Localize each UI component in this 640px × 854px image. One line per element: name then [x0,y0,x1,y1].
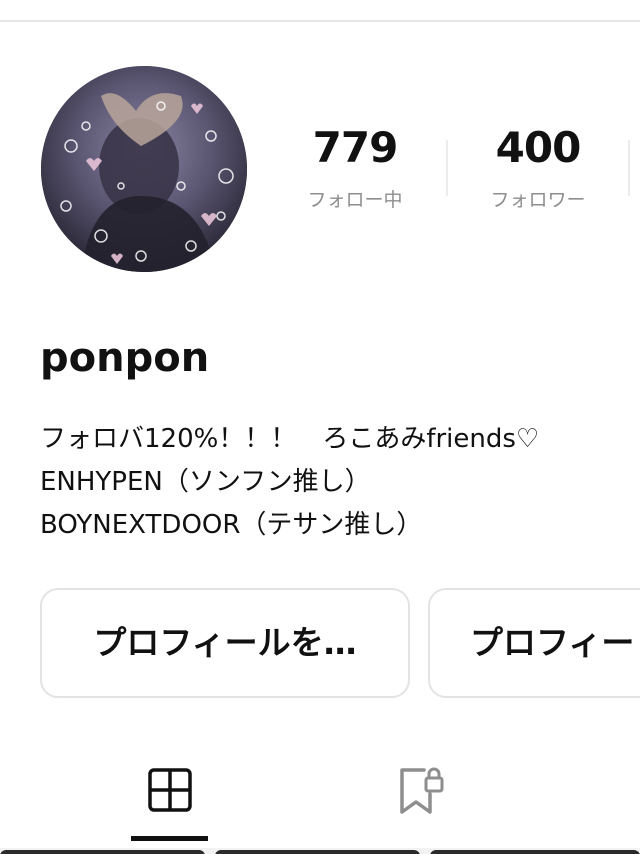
bookmark-lock-icon [400,767,444,814]
tab-posts[interactable] [140,760,200,820]
followers-stat[interactable]: 400 フォロワー [463,120,613,212]
post-grid-preview [0,848,640,854]
bio-line: ENHYPEN（ソンフン推し） [40,467,371,497]
bio-line: フォロバ120%！！！ ろこあみfriends♡ [40,424,540,454]
bio: フォロバ120%！！！ ろこあみfriends♡ ENHYPEN（ソンフン推し）… [40,418,640,547]
active-tab-indicator [131,836,208,841]
username: ponpon [40,335,210,381]
post-thumbnail[interactable] [215,850,420,854]
share-profile-button[interactable]: プロフィー [428,588,640,698]
grid-icon [148,768,192,812]
followers-label: フォロワー [490,189,586,211]
avatar[interactable] [41,66,247,272]
top-divider [0,20,640,22]
post-thumbnail[interactable] [0,850,205,854]
followers-count: 400 [495,123,582,172]
following-label: フォロー中 [307,189,403,211]
following-count: 779 [312,123,399,172]
avatar-image [41,66,247,272]
stat-divider [446,140,448,196]
edit-profile-button[interactable]: プロフィールを… [40,588,410,698]
stat-divider [628,140,630,196]
bio-line: BOYNEXTDOOR（テサン推し） [40,510,423,540]
tab-saved[interactable] [390,760,450,820]
post-thumbnail[interactable] [430,850,640,854]
profile-page: 779 フォロー中 400 フォロワー ponpon フォロバ120%！！！ ろ… [0,0,640,854]
following-stat[interactable]: 779 フォロー中 [280,120,430,212]
